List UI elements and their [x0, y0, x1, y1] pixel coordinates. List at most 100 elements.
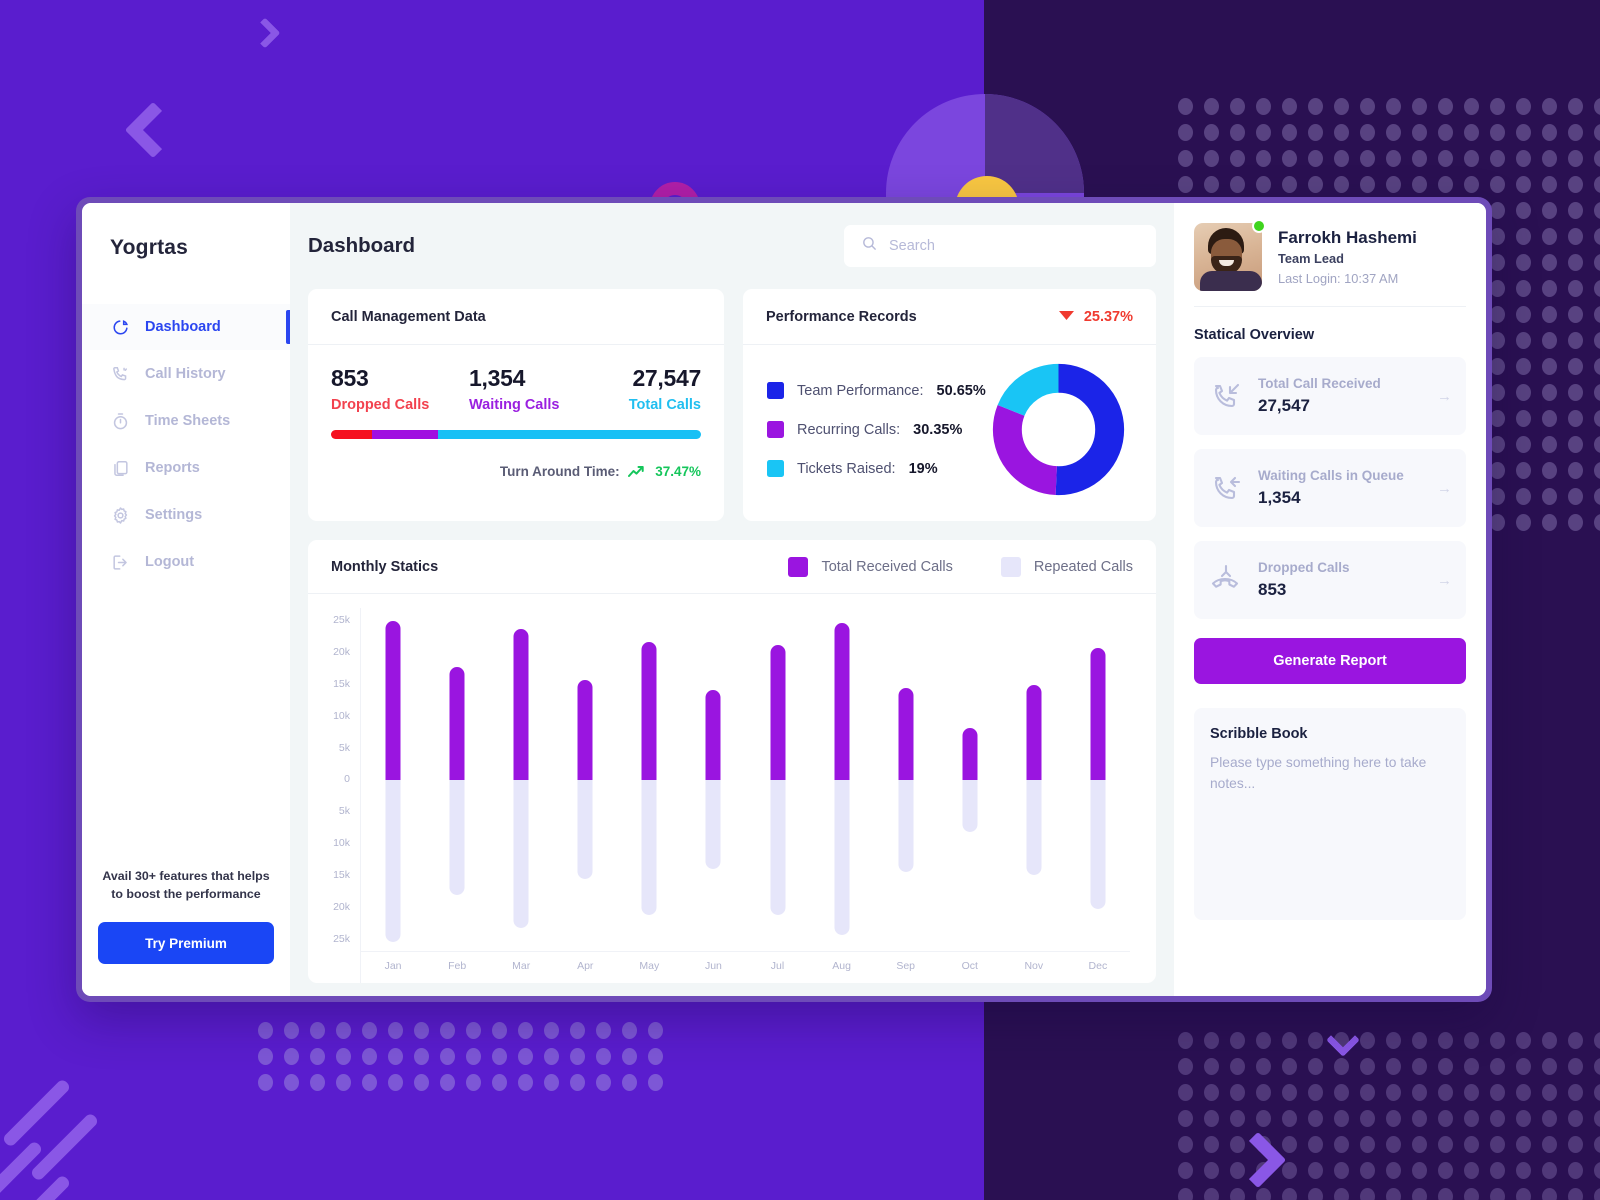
call-missed-icon — [1211, 564, 1239, 588]
bar-group — [1002, 614, 1066, 945]
brand-logo: Yogrtas — [110, 236, 189, 259]
kpi-total-calls: 27,547 Total Calls — [585, 365, 702, 413]
y-tick-label: 10k — [333, 709, 350, 722]
monthly-statistics-card: Monthly Statics Total Received Calls Rep… — [308, 540, 1156, 983]
y-tick-label: 15k — [333, 677, 350, 690]
bar-repeated — [962, 779, 978, 833]
x-tick-label: Sep — [896, 960, 915, 972]
sidebar-item-time-sheets[interactable]: Time Sheets — [82, 398, 290, 444]
chart-bars — [361, 614, 1130, 945]
y-tick-label: 20k — [333, 645, 350, 658]
chart-plot: 25k 20k 15k 10k 5k 0 5k 10k 15k 20k 25k Jan Feb Mar A… — [308, 594, 1156, 983]
legend-swatch — [767, 460, 784, 477]
arrow-right-icon: → — [1437, 479, 1452, 497]
bar-group — [489, 614, 553, 945]
bar-repeated — [705, 779, 721, 869]
call-waiting-icon — [1214, 476, 1241, 500]
sidebar-item-reports[interactable]: Reports — [82, 445, 290, 491]
bar-repeated — [898, 779, 914, 873]
documents-icon — [111, 459, 130, 478]
x-tick-label: Apr — [577, 960, 594, 972]
main-content: Dashboard Call Management Data — [290, 203, 1174, 996]
profile-last-login: Last Login: 10:37 AM — [1278, 270, 1399, 286]
bar-group — [874, 614, 938, 945]
sidebar: Yogrtas Dashboard Call History Time Shee… — [82, 203, 290, 996]
legend-item-team-performance: Team Performance: 50.65% — [767, 382, 991, 399]
sidebar-item-label: Dashboard — [145, 319, 221, 335]
topbar: Dashboard — [308, 203, 1156, 289]
y-tick-label: 5k — [338, 805, 350, 818]
x-tick-label: Jan — [384, 960, 402, 972]
y-tick-label: 15k — [333, 869, 350, 882]
call-management-card: Call Management Data 853 Dropped Calls 1… — [308, 289, 724, 521]
x-tick-label: Aug — [832, 960, 851, 972]
x-tick-label: Jul — [770, 960, 785, 972]
chart-x-axis: Jan Feb Mar Apr May Jun Jul Aug Sep Oct Nov Dec — [361, 951, 1130, 977]
profile-text: Farrokh Hashemi Team Lead Last Login: 10… — [1278, 228, 1417, 286]
performance-records-card: Performance Records 25.37% Team Performa… — [743, 289, 1156, 521]
chart-plot-area: Jan Feb Mar Apr May Jun Jul Aug Sep Oct Nov Dec — [360, 608, 1130, 983]
bar-repeated — [513, 779, 529, 929]
stat-tile-dropped-calls[interactable]: Dropped Calls 853 → — [1194, 541, 1466, 619]
y-tick-label: 25k — [333, 614, 350, 626]
sidebar-item-dashboard[interactable]: Dashboard — [82, 304, 290, 350]
performance-delta: 25.37% — [1058, 309, 1133, 325]
tile-value: 27,547 — [1258, 396, 1310, 415]
kpi-value: 27,547 — [632, 365, 701, 391]
right-panel: Farrokh Hashemi Team Lead Last Login: 10… — [1174, 203, 1486, 996]
performance-header: Performance Records 25.37% — [743, 289, 1156, 345]
x-tick-label: Mar — [512, 960, 531, 972]
chart-header: Monthly Statics Total Received Calls Rep… — [308, 540, 1156, 594]
performance-title: Performance Records — [766, 308, 917, 325]
tile-text: Dropped Calls 853 — [1258, 560, 1421, 600]
bar-total-received — [513, 628, 529, 780]
sidebar-item-settings[interactable]: Settings — [82, 492, 290, 538]
avatar — [1194, 222, 1262, 291]
legend-value: 19% — [908, 460, 938, 477]
pie-chart-icon — [111, 318, 130, 337]
sidebar-item-label: Reports — [145, 460, 200, 476]
trend-up-icon — [623, 464, 649, 479]
legend-item-total-received-calls: Total Received Calls — [788, 556, 953, 577]
stopwatch-icon — [111, 412, 130, 431]
legend-value: 50.65% — [936, 382, 986, 399]
app-window-frame: Yogrtas Dashboard Call History Time Shee… — [76, 197, 1492, 1002]
legend-label: Total Received Calls — [821, 558, 953, 575]
stat-tile-total-call-received[interactable]: Total Call Received 27,547 → — [1194, 357, 1466, 435]
generate-report-button[interactable]: Generate Report — [1194, 638, 1466, 684]
page-backdrop: Yogrtas Dashboard Call History Time Shee… — [0, 0, 1600, 1200]
y-tick-label: 5k — [338, 741, 350, 754]
scribble-title: Scribble Book — [1210, 726, 1308, 742]
y-tick-label: 20k — [333, 901, 350, 914]
legend-swatch — [767, 421, 784, 438]
bar-group — [681, 614, 745, 945]
x-tick-label: Jun — [704, 960, 722, 972]
page-title: Dashboard — [308, 234, 416, 257]
legend-label: Repeated Calls — [1033, 558, 1133, 575]
bar-repeated — [1090, 779, 1106, 909]
try-premium-button[interactable]: Try Premium — [98, 922, 274, 964]
y-tick-label: 10k — [333, 837, 350, 850]
search-box[interactable] — [844, 225, 1156, 267]
bar-repeated — [449, 779, 465, 896]
bar-group — [938, 614, 1002, 945]
kpi-label: Waiting Calls — [469, 397, 560, 413]
bar-total-received — [385, 620, 401, 780]
legend-label: Recurring Calls: — [797, 421, 901, 438]
progress-segment — [331, 430, 372, 439]
turnaround-time: Turn Around Time: 37.47% — [331, 464, 701, 479]
tile-text: Waiting Calls in Queue 1,354 — [1258, 468, 1421, 508]
diagonal-stripes-decoration — [0, 1070, 130, 1200]
chevron-left-large-icon — [124, 101, 182, 159]
bar-total-received — [705, 690, 721, 780]
bar-group — [425, 614, 489, 945]
sidebar-item-logout[interactable]: Logout — [82, 539, 290, 585]
sidebar-item-call-history[interactable]: Call History — [82, 351, 290, 397]
triangle-down-icon — [1058, 309, 1074, 325]
scribble-book[interactable]: Scribble Book Please type something here… — [1194, 708, 1466, 920]
stat-tile-waiting-calls-in-queue[interactable]: Waiting Calls in Queue 1,354 → — [1194, 449, 1466, 527]
kpi-label: Total Calls — [628, 397, 701, 413]
bar-repeated — [385, 779, 401, 942]
search-input[interactable] — [889, 238, 1139, 254]
sidebar-item-label: Call History — [145, 366, 226, 382]
